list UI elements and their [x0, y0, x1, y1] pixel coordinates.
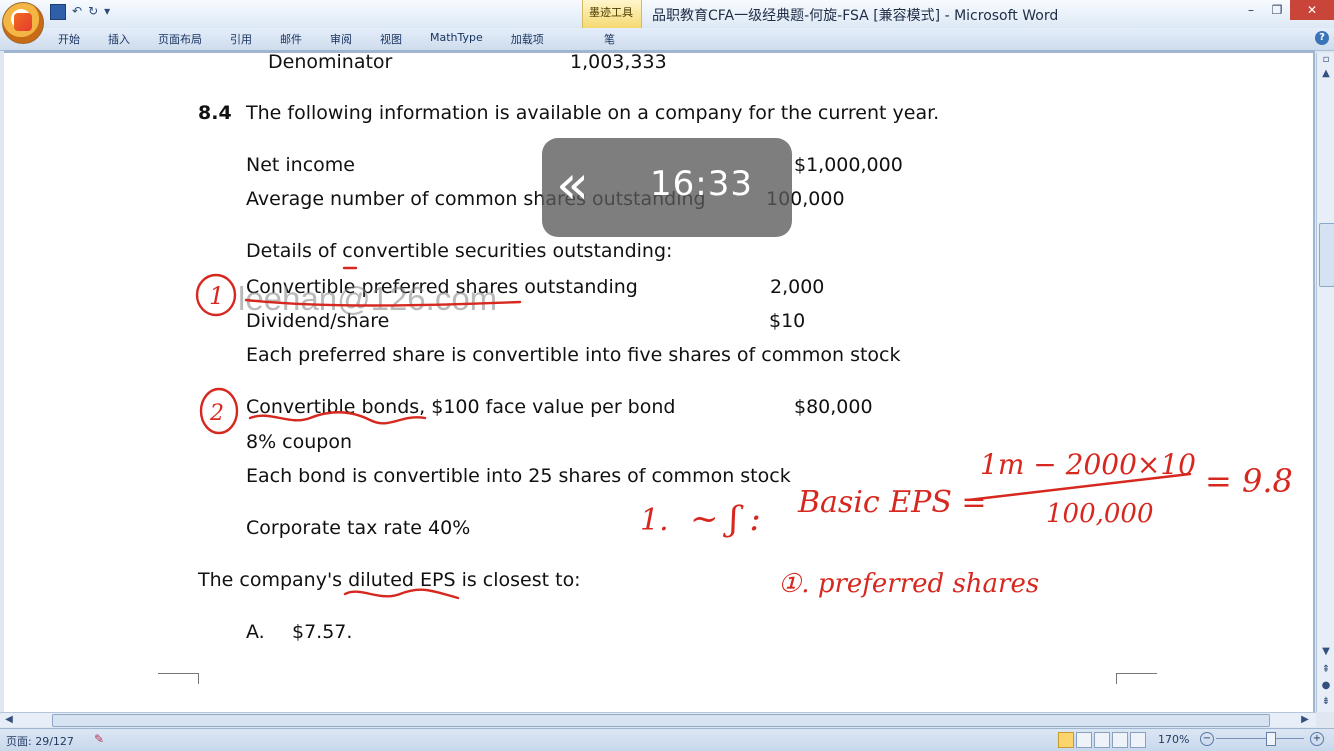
vertical-scrollbar[interactable]: ▫ ▲ ▼ ⇞ ● ⇟	[1316, 53, 1334, 712]
zoom-level[interactable]: 170%	[1158, 733, 1189, 746]
seek-time: 16:33	[650, 164, 753, 204]
draft-view-icon[interactable]	[1130, 732, 1146, 748]
ruler-toggle-icon[interactable]: ▫	[1318, 53, 1334, 67]
question-number: 8.4	[198, 102, 232, 124]
zoom-in-icon[interactable]: +	[1310, 732, 1324, 746]
net-income-label: Net income	[246, 154, 355, 176]
office-button[interactable]	[2, 2, 44, 44]
option-a-value: $7.57.	[292, 621, 353, 643]
proofing-icon[interactable]: ✎	[94, 732, 110, 746]
browse-object-icon[interactable]: ●	[1318, 679, 1334, 693]
tax-rate: Corporate tax rate 40%	[246, 517, 471, 539]
prev-denominator-label: Denominator	[268, 51, 393, 73]
scroll-right-icon[interactable]: ▶	[1298, 713, 1312, 727]
horizontal-scroll-thumb[interactable]	[52, 714, 1270, 727]
prev-denominator-value: 1,003,333	[570, 51, 667, 73]
horizontal-scrollbar[interactable]: ◀ ▶	[0, 712, 1316, 727]
web-layout-icon[interactable]	[1094, 732, 1110, 748]
view-buttons	[1058, 732, 1146, 748]
page-count[interactable]: 页面: 29/127	[6, 733, 74, 749]
outline-view-icon[interactable]	[1112, 732, 1128, 748]
net-income-value: $1,000,000	[794, 154, 903, 176]
previous-page-icon[interactable]: ⇞	[1318, 663, 1334, 677]
question-text: The following information is available o…	[246, 102, 940, 124]
scroll-left-icon[interactable]: ◀	[2, 713, 16, 727]
document-content: Denominator 1,003,333 8.4 The following …	[0, 0, 1334, 750]
bonds-label: Convertible bonds, $100 face value per b…	[246, 396, 676, 418]
print-layout-icon[interactable]	[1058, 732, 1074, 748]
details-label: Details of convertible securities outsta…	[246, 240, 673, 262]
office-logo-icon	[14, 13, 32, 31]
scroll-down-icon[interactable]: ▼	[1318, 645, 1334, 659]
coupon-text: 8% coupon	[246, 431, 353, 453]
question-stem: The company's diluted EPS is closest to:	[198, 569, 581, 591]
dividend-value: $10	[769, 310, 806, 332]
bonds-value: $80,000	[794, 396, 873, 418]
preferred-value: 2,000	[770, 276, 825, 298]
status-bar: 页面: 29/127 ✎ 170% − +	[0, 728, 1334, 751]
preferred-conversion: Each preferred share is convertible into…	[246, 344, 901, 366]
next-page-icon[interactable]: ⇟	[1318, 695, 1334, 709]
vertical-scroll-thumb[interactable]	[1319, 223, 1334, 287]
scroll-up-icon[interactable]: ▲	[1318, 67, 1334, 81]
zoom-slider-track[interactable]	[1216, 738, 1304, 739]
zoom-out-icon[interactable]: −	[1200, 732, 1214, 746]
full-screen-reading-icon[interactable]	[1076, 732, 1092, 748]
video-seek-overlay[interactable]: « 16:33	[542, 138, 792, 237]
zoom-slider-knob[interactable]	[1266, 732, 1276, 746]
watermark: leehan@126.com	[238, 280, 498, 317]
option-a-letter: A.	[246, 621, 265, 643]
bond-conversion: Each bond is convertible into 25 shares …	[246, 465, 791, 487]
rewind-icon: «	[556, 153, 590, 216]
